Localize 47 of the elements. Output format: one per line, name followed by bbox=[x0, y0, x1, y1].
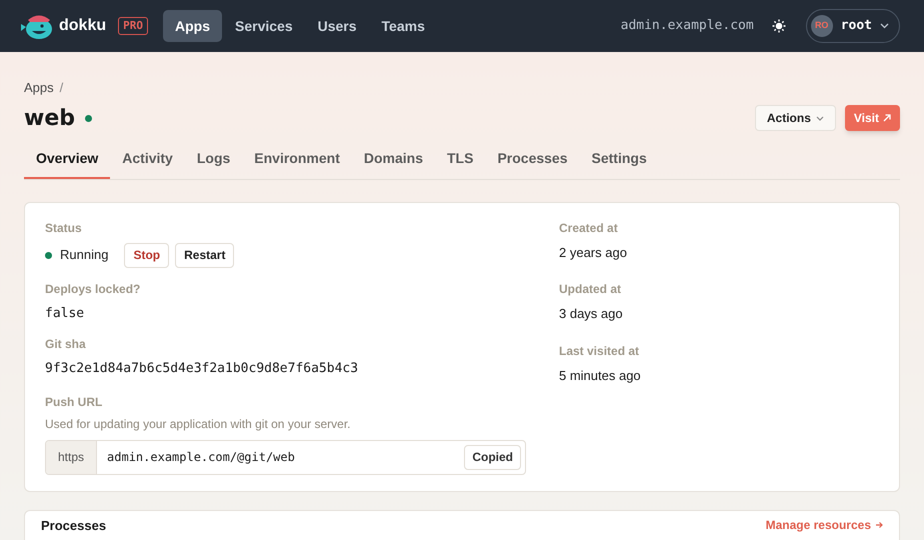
user-menu[interactable]: RO root bbox=[806, 9, 900, 43]
user-avatar: RO bbox=[810, 15, 833, 37]
restart-button[interactable]: Restart bbox=[175, 242, 234, 268]
field-description: Used for updating your application with git on your server. bbox=[45, 416, 352, 432]
tab[interactable]: Processes bbox=[485, 140, 580, 178]
field-label: Last visited at bbox=[559, 342, 640, 360]
arrow-right-icon bbox=[875, 520, 883, 528]
plan-badge: PRO bbox=[118, 17, 148, 35]
status-text: Running bbox=[60, 246, 108, 264]
field-label: Deploys locked? bbox=[45, 280, 142, 298]
card-title: Processes bbox=[41, 516, 106, 534]
nav-link[interactable]: Teams bbox=[370, 10, 437, 42]
time-value: 5 minutes ago bbox=[559, 366, 642, 385]
manage-resources-link[interactable]: Manage resources bbox=[766, 516, 883, 534]
app-title: web bbox=[24, 104, 75, 132]
external-arrow-icon bbox=[883, 114, 891, 122]
field-label: Status bbox=[45, 220, 83, 236]
field-label: Created at bbox=[559, 220, 619, 236]
field-value: false bbox=[45, 304, 86, 322]
nav-link[interactable]: Services bbox=[223, 10, 305, 42]
url-prefix: https bbox=[46, 440, 98, 474]
host-name: admin.example.com bbox=[620, 17, 754, 36]
tab[interactable]: Logs bbox=[184, 140, 242, 178]
tab[interactable]: Domains bbox=[352, 140, 435, 178]
tab[interactable]: Activity bbox=[110, 140, 185, 178]
time-value: 3 days ago bbox=[559, 305, 624, 323]
field-label: Push URL bbox=[45, 394, 104, 410]
breadcrumb-link[interactable]: Apps bbox=[24, 78, 54, 98]
tab[interactable]: TLS bbox=[435, 140, 486, 178]
time-value: 2 years ago bbox=[559, 244, 628, 262]
chevron-down-icon bbox=[816, 116, 824, 120]
chevron-down-icon bbox=[880, 23, 889, 29]
tab[interactable]: Settings bbox=[580, 140, 659, 178]
push-url-field[interactable]: https admin.example.com/@git/web Copied bbox=[45, 440, 526, 474]
field-value: 9f3c2e1d84a7b6c5d4e3f2a1b0c9d8e7f6a5b4c3 bbox=[45, 360, 360, 378]
tab[interactable]: Environment bbox=[242, 140, 352, 178]
actions-button[interactable]: Actions bbox=[754, 105, 836, 131]
brand-name: dokku bbox=[59, 16, 106, 36]
field-label: Git sha bbox=[45, 336, 87, 353]
sun-icon[interactable] bbox=[772, 19, 786, 33]
stop-button[interactable]: Stop bbox=[124, 242, 170, 268]
breadcrumb-separator: / bbox=[60, 79, 64, 97]
nav-link[interactable]: Apps bbox=[163, 10, 222, 42]
tab[interactable]: Overview bbox=[24, 140, 110, 178]
copy-button[interactable]: Copied bbox=[464, 444, 521, 470]
field-label: Updated at bbox=[559, 281, 622, 298]
nav-link[interactable]: Users bbox=[306, 10, 369, 42]
